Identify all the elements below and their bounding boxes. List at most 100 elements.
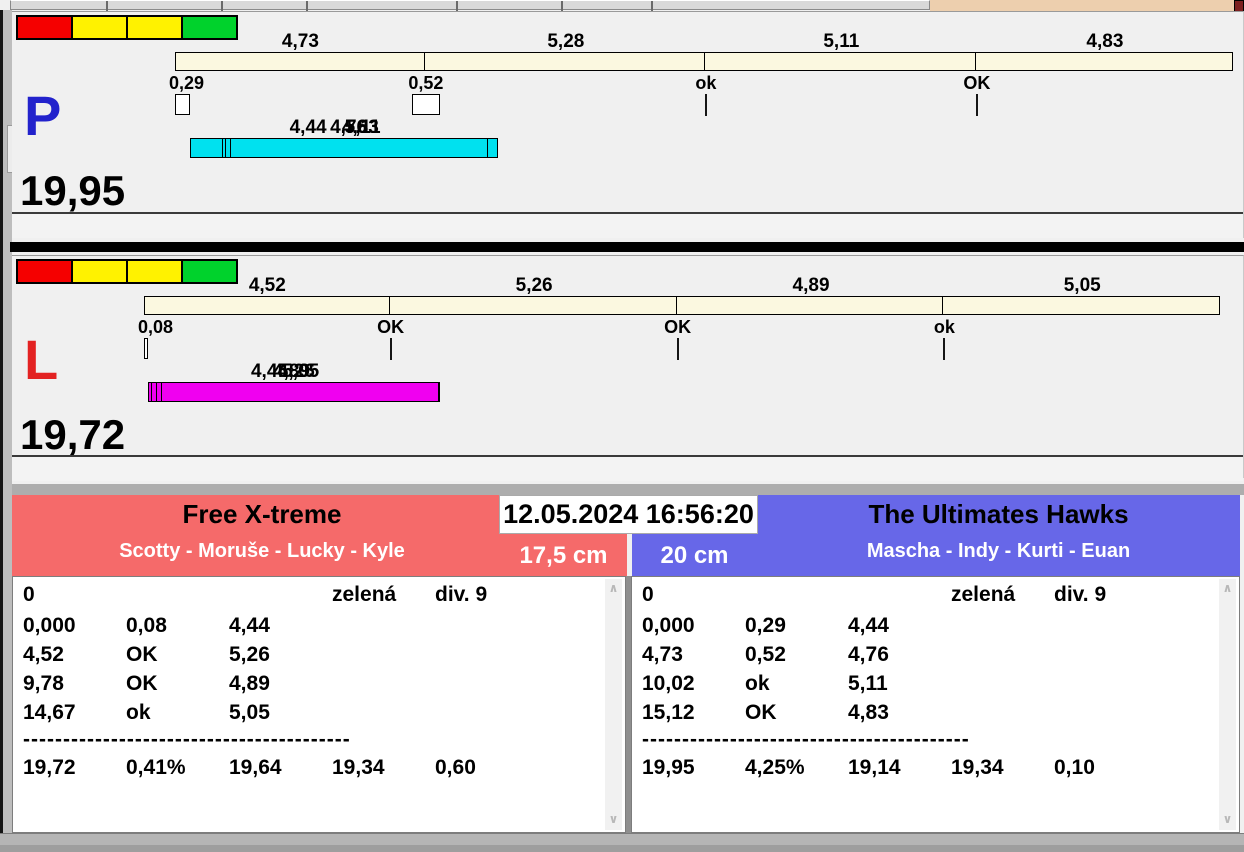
- table-cell: 14,67: [23, 699, 125, 726]
- table-cell: 4,83: [848, 699, 950, 726]
- table-cell: 4,52: [23, 641, 125, 668]
- team-name: Free X-treme: [12, 499, 512, 529]
- table-total-cell: 19,64: [229, 754, 331, 781]
- changeover-fault-box: [175, 94, 190, 115]
- background-window-strip: [0, 0, 1244, 11]
- window-fragment-divider: [561, 1, 563, 11]
- table-total-cell: 0,10: [1054, 754, 1156, 781]
- background-window-fragment: [10, 0, 930, 10]
- lane-chart: 4,525,264,895,050,08OKOKok4,445,264,895,…: [144, 274, 1220, 424]
- reference-bar-segment: [144, 296, 391, 315]
- table-cell: div. 9: [1054, 581, 1156, 608]
- segment-time-label: 5,28: [426, 32, 706, 51]
- background-desktop-strip: [930, 0, 1236, 11]
- table-cell: zelená: [332, 581, 434, 608]
- legend-color-cell: [16, 15, 73, 40]
- segment-time-label: 5,05: [944, 276, 1220, 295]
- table-cell: 0: [23, 581, 125, 608]
- reference-bar-segment: [175, 52, 426, 71]
- section-divider: [12, 484, 1244, 495]
- table-cell: 0,000: [23, 612, 125, 639]
- table-divider: ----------------------------------------…: [642, 728, 1122, 752]
- segment-time-label: 4,73: [175, 32, 426, 51]
- segment-time-label: 4,83: [977, 32, 1233, 51]
- timing-app-window: P 4,735,285,114,830,290,52okOK4,444,765,…: [0, 0, 1244, 852]
- lane-letter: P: [24, 88, 61, 144]
- table-cell: 5,05: [229, 699, 331, 726]
- run-bar-segment: [230, 138, 488, 158]
- table-total-cell: 19,14: [848, 754, 950, 781]
- window-bottom-bar: [0, 833, 1244, 845]
- lane-divider: [10, 242, 1244, 252]
- table-divider: ----------------------------------------…: [23, 728, 503, 752]
- lane-status-strip: [12, 455, 1243, 481]
- team-jump-height: 17,5 cm: [500, 542, 627, 570]
- table-cell: zelená: [951, 581, 1053, 608]
- table-cell: 0: [642, 581, 744, 608]
- changeover-label: 0,52: [386, 74, 466, 92]
- table-cell: 5,26: [229, 641, 331, 668]
- table-cell: 0,08: [126, 612, 228, 639]
- table-cell: 0,000: [642, 612, 744, 639]
- lane-panel-l: L 4,525,264,895,050,08OKOKok4,445,264,89…: [12, 255, 1244, 478]
- table-cell: OK: [126, 641, 228, 668]
- changeover-label: OK: [638, 318, 718, 336]
- table-cell: ok: [126, 699, 228, 726]
- legend-color-cell: [16, 259, 73, 284]
- table-cell: 4,89: [229, 670, 331, 697]
- table-cell: 4,76: [848, 641, 950, 668]
- table-total-cell: 0,60: [435, 754, 537, 781]
- background-scrollbar-strip[interactable]: [0, 10, 12, 852]
- scroll-up-icon[interactable]: ∧: [1219, 581, 1236, 597]
- team-jump-height: 20 cm: [632, 542, 757, 570]
- scroll-up-icon[interactable]: ∧: [605, 581, 622, 597]
- table-cell: 10,02: [642, 670, 744, 697]
- reference-bar-segment: [975, 52, 1233, 71]
- team-dogs: Scotty - Moruše - Lucky - Kyle: [12, 539, 512, 563]
- run-bar-segment: [161, 382, 439, 402]
- datetime-display: 12.05.2024 16:56:20: [499, 495, 758, 534]
- table-cell: 15,12: [642, 699, 744, 726]
- legend-color-cell: [71, 259, 128, 284]
- lane-chart: 4,735,285,114,830,290,52okOK4,444,765,11…: [175, 30, 1233, 180]
- scroll-down-icon[interactable]: ∨: [1219, 812, 1236, 828]
- result-table-right[interactable]: ∧ ∨ 0zelenádiv. 90,0000,294,444,730,524,…: [631, 576, 1240, 833]
- table-cell: OK: [745, 699, 847, 726]
- window-fragment-divider: [306, 1, 308, 11]
- reference-bar-segment: [942, 296, 1220, 315]
- segment-time-label: 5,26: [391, 276, 678, 295]
- reference-bar-segment: [704, 52, 977, 71]
- table-scrollbar[interactable]: ∧ ∨: [1219, 579, 1236, 830]
- team-name: The Ultimates Hawks: [757, 499, 1240, 529]
- reference-bar-segment: [676, 296, 945, 315]
- lane-total-time: 19,95: [20, 170, 125, 212]
- segment-time-label: 4,83: [232, 118, 488, 137]
- table-total-cell: 19,34: [332, 754, 434, 781]
- table-cell: 4,44: [848, 612, 950, 639]
- changeover-ok-tick: [943, 338, 945, 360]
- result-table-left[interactable]: ∧ ∨ 0zelenádiv. 90,0000,084,444,52OK5,26…: [12, 576, 626, 833]
- table-total-cell: 19,34: [951, 754, 1053, 781]
- table-cell: OK: [126, 670, 228, 697]
- table-scrollbar[interactable]: ∧ ∨: [605, 579, 622, 830]
- changeover-fault-box: [412, 94, 440, 115]
- reference-bar-segment: [424, 52, 706, 71]
- lane-status-strip: [12, 212, 1243, 238]
- table-total-cell: 19,95: [642, 754, 744, 781]
- table-cell: 4,73: [642, 641, 744, 668]
- scroll-down-icon[interactable]: ∨: [605, 812, 622, 828]
- window-fragment-divider: [221, 1, 223, 11]
- segment-time-label: 4,89: [678, 276, 945, 295]
- reference-bar-segment: [389, 296, 678, 315]
- lane-panel-p: P 4,735,285,114,830,290,52okOK4,444,765,…: [12, 11, 1244, 238]
- changeover-fault-box: [144, 338, 148, 359]
- table-total-cell: 19,72: [23, 754, 125, 781]
- window-fragment-divider: [106, 1, 108, 11]
- window-fragment-divider: [456, 1, 458, 11]
- table-cell: 5,11: [848, 670, 950, 697]
- lane-total-time: 19,72: [20, 414, 125, 456]
- lane-letter: L: [24, 332, 58, 388]
- segment-time-label: 5,05: [163, 362, 439, 381]
- segment-time-label: 5,11: [706, 32, 977, 51]
- table-cell: 0,52: [745, 641, 847, 668]
